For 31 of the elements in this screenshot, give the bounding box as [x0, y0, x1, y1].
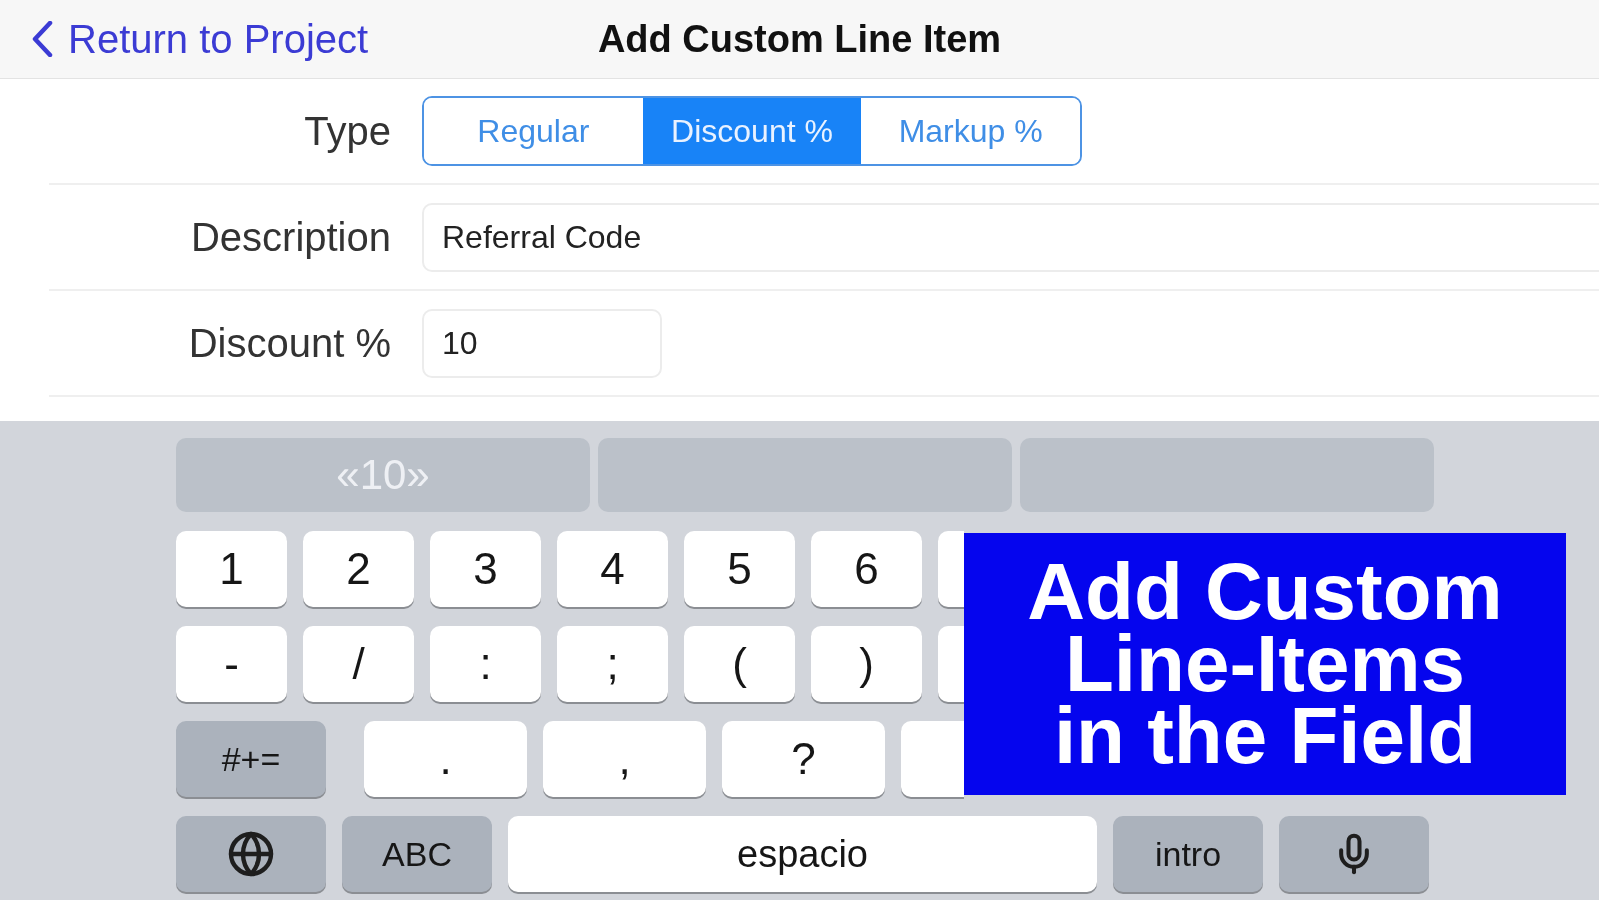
chevron-left-icon — [31, 21, 53, 57]
keyboard-key[interactable]: 6 — [811, 531, 922, 607]
microphone-key[interactable] — [1279, 816, 1429, 892]
keyboard-key[interactable]: 3 — [430, 531, 541, 607]
field-label: Discount % — [187, 320, 391, 366]
field-label: Type — [303, 108, 391, 154]
keyboard-key[interactable]: 2 — [303, 531, 414, 607]
modifier-key[interactable]: intro — [1113, 816, 1263, 892]
keyboard-key[interactable]: 5 — [684, 531, 795, 607]
keyboard-key[interactable]: : — [430, 626, 541, 702]
keyboard-key[interactable]: ; — [557, 626, 668, 702]
back-link[interactable]: Return to Project — [0, 16, 369, 62]
keyboard-key[interactable]: ? — [722, 721, 885, 797]
globe-icon — [227, 830, 275, 878]
globe-key[interactable] — [176, 816, 326, 892]
keyboard-key[interactable]: 1 — [176, 531, 287, 607]
modifier-key[interactable]: #+= — [176, 721, 326, 797]
keyboard-key[interactable]: 4 — [557, 531, 668, 607]
keyboard-key[interactable]: , — [543, 721, 706, 797]
field-label: Description — [189, 214, 391, 260]
keyboard-key[interactable]: / — [303, 626, 414, 702]
space-bar[interactable]: espacio — [508, 816, 1097, 892]
modifier-key[interactable]: ABC — [342, 816, 492, 892]
screen-title: Add Custom Line Item — [597, 17, 1002, 61]
number-field[interactable]: 10 — [422, 308, 662, 378]
keyboard-key[interactable]: - — [176, 626, 287, 702]
keyboard-key[interactable]: . — [364, 721, 527, 797]
caption-banner: Add Custom Line-Items in the Field — [964, 533, 1566, 795]
keyboard-key[interactable]: ) — [811, 626, 922, 702]
text-field[interactable]: Referral Code — [422, 202, 1599, 272]
keyboard-key[interactable]: ( — [684, 626, 795, 702]
